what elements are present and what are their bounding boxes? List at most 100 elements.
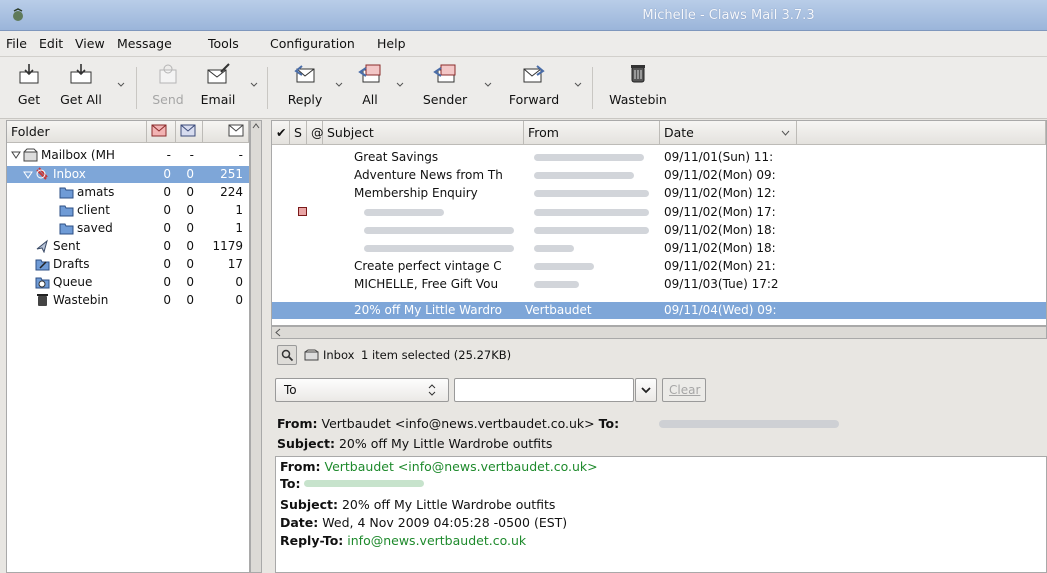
- window-title: Michelle - Claws Mail 3.7.3: [642, 8, 815, 23]
- redacted-sender: [534, 154, 644, 161]
- clear-button[interactable]: Clear: [662, 378, 706, 402]
- email-button[interactable]: Email: [196, 62, 240, 107]
- message-row[interactable]: MICHELLE, Free Gift Vou 09/11/03(Tue) 17…: [272, 276, 1046, 293]
- folder-total-count: 0: [235, 275, 243, 289]
- email-dropdown-icon[interactable]: [249, 79, 259, 89]
- folder-row-inbox[interactable]: Inbox 0 0 251: [7, 166, 249, 183]
- message-row[interactable]: Membership Enquiry 09/11/02(Mon) 12:: [272, 185, 1046, 202]
- menu-tools[interactable]: Tools: [208, 36, 239, 51]
- search-input[interactable]: [454, 378, 634, 402]
- message-row[interactable]: Adventure News from Th 09/11/02(Mon) 09:: [272, 167, 1046, 184]
- message-row[interactable]: Great Savings 09/11/01(Sun) 11:: [272, 149, 1046, 166]
- menu-edit[interactable]: Edit: [39, 36, 63, 51]
- reply-all-button[interactable]: All: [355, 62, 385, 107]
- msg-replyto-label: Reply-To:: [280, 533, 344, 548]
- message-row-selected[interactable]: 20% off My Little Wardro Vertbaudet 09/1…: [272, 302, 1046, 319]
- reply-sender-label: Sender: [422, 92, 468, 107]
- folder-row-client[interactable]: client 0 0 1: [7, 202, 249, 219]
- folder-total-count: 1: [235, 203, 243, 217]
- folder-row-drafts[interactable]: Drafts 0 0 17: [7, 256, 249, 273]
- get-button[interactable]: Get: [14, 62, 44, 107]
- folder-row-amats[interactable]: amats 0 0 224: [7, 184, 249, 201]
- status-column-header[interactable]: S: [290, 121, 307, 145]
- mailbox-icon: [23, 148, 38, 162]
- from-column-header[interactable]: From: [524, 121, 660, 145]
- folder-row-queue[interactable]: Queue 0 0 0: [7, 274, 249, 291]
- inbox-icon: [36, 167, 48, 180]
- pane-splitter[interactable]: [262, 120, 271, 573]
- menu-configuration[interactable]: Configuration: [270, 36, 355, 51]
- message-row[interactable]: 09/11/02(Mon) 18:: [272, 240, 1046, 257]
- expander-open-icon[interactable]: [23, 170, 33, 180]
- scroll-up-arrow-icon[interactable]: [252, 122, 260, 131]
- message-row[interactable]: 09/11/02(Mon) 17:: [272, 204, 1046, 221]
- menu-file[interactable]: File: [6, 36, 27, 51]
- folder-row-saved[interactable]: saved 0 0 1: [7, 220, 249, 237]
- subject-column-header[interactable]: Subject: [323, 121, 524, 145]
- folder-scrollbar[interactable]: [250, 120, 262, 573]
- new-column-header[interactable]: [176, 121, 203, 143]
- mailbox-icon: [304, 349, 319, 361]
- folder-icon: [59, 223, 74, 235]
- reply-button[interactable]: Reply: [283, 62, 327, 107]
- message-date: 09/11/01(Sun) 11:: [664, 150, 774, 164]
- message-row[interactable]: 09/11/02(Mon) 18:: [272, 222, 1046, 239]
- folder-name: client: [77, 203, 110, 217]
- get-all-dropdown-icon[interactable]: [116, 79, 126, 89]
- date-column-header[interactable]: Date: [660, 121, 797, 145]
- folder-row-wastebin[interactable]: Wastebin 0 0 0: [7, 292, 249, 309]
- get-all-button[interactable]: Get All: [56, 62, 106, 107]
- search-field-select[interactable]: To: [275, 378, 449, 402]
- reply-sender-button[interactable]: Sender: [420, 62, 470, 107]
- message-list-hscrollbar[interactable]: [271, 326, 1047, 339]
- email-label: Email: [200, 92, 236, 107]
- trash-icon: [37, 294, 48, 306]
- inbox-download-all-icon: [70, 64, 92, 84]
- msg-subject-value: 20% off My Little Wardrobe outfits: [341, 497, 556, 512]
- scroll-left-arrow-icon[interactable]: [274, 328, 282, 337]
- folder-name: Inbox: [53, 167, 86, 181]
- menu-message[interactable]: Message: [117, 36, 172, 51]
- reply-dropdown-icon[interactable]: [334, 79, 344, 89]
- message-date: 09/11/02(Mon) 21:: [664, 259, 776, 273]
- send-button[interactable]: Send: [148, 62, 188, 107]
- menu-view[interactable]: View: [75, 36, 105, 51]
- message-subject: Great Savings: [354, 150, 439, 164]
- attachment-column-header[interactable]: @: [307, 121, 324, 145]
- msg-from-link[interactable]: Vertbaudet <info@news.vertbaudet.co.uk>: [325, 459, 598, 474]
- extra-column-header[interactable]: [797, 121, 1046, 145]
- msg-replyto-link[interactable]: info@news.vertbaudet.co.uk: [347, 533, 526, 548]
- new-mail-icon: [180, 124, 196, 137]
- quick-search-toggle[interactable]: [277, 345, 297, 365]
- unread-column-header[interactable]: [147, 121, 176, 143]
- get-label: Get: [17, 92, 41, 107]
- inbox-download-icon: [19, 64, 39, 84]
- folder-unread-count: 0: [163, 167, 171, 181]
- to-label: To:: [598, 416, 620, 431]
- reply-all-dropdown-icon[interactable]: [395, 79, 405, 89]
- folder-pane: Folder Mailbox (MH - - - Inbox 0 0 251 a…: [6, 120, 250, 573]
- folder-icon: [59, 187, 74, 199]
- folder-name: Sent: [53, 239, 81, 253]
- check-column-header[interactable]: ✔: [272, 121, 290, 145]
- wastebin-button[interactable]: Wastebin: [607, 62, 669, 107]
- folder-row-mailbox[interactable]: Mailbox (MH - - -: [7, 147, 249, 164]
- expander-open-icon[interactable]: [11, 150, 21, 160]
- message-row[interactable]: Create perfect vintage C 09/11/02(Mon) 2…: [272, 258, 1046, 275]
- reply-sender-dropdown-icon[interactable]: [483, 79, 493, 89]
- search-history-dropdown[interactable]: [635, 378, 657, 402]
- message-from: Vertbaudet: [525, 303, 592, 317]
- total-column-header[interactable]: [203, 121, 249, 143]
- forward-button[interactable]: Forward: [503, 62, 565, 107]
- folder-column-header[interactable]: Folder: [7, 121, 147, 143]
- folder-name: Queue: [53, 275, 93, 289]
- unread-mail-icon: [151, 124, 167, 137]
- chevron-down-icon: [641, 387, 651, 394]
- folder-new-count: 0: [186, 167, 194, 181]
- menu-help[interactable]: Help: [377, 36, 406, 51]
- msg-date-label: Date:: [280, 515, 319, 530]
- forward-dropdown-icon[interactable]: [573, 79, 583, 89]
- queue-icon: [35, 277, 50, 289]
- redacted-subject: [364, 245, 514, 252]
- folder-row-sent[interactable]: Sent 0 0 1179: [7, 238, 249, 255]
